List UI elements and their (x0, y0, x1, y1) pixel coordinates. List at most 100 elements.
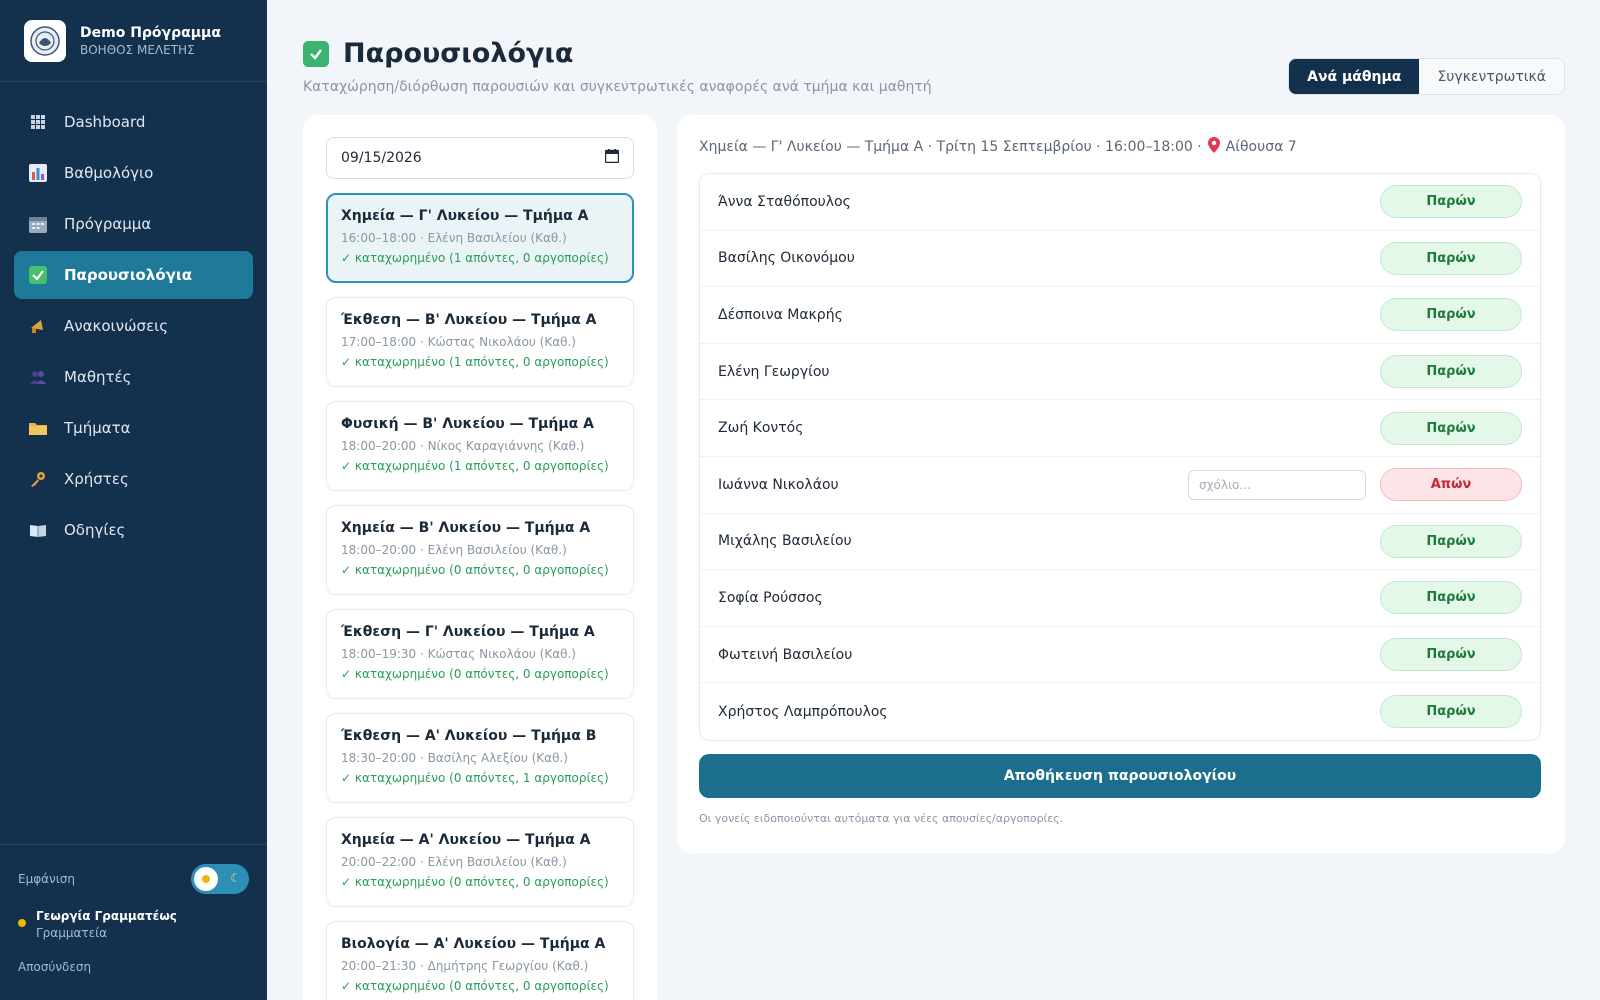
lesson-header: Χημεία — Γ' Λυκείου — Τμήμα Α · Τρίτη 15… (699, 137, 1297, 157)
table-row: Άννα Σταθόπουλος Παρών (700, 174, 1540, 231)
lesson-card[interactable]: Βιολογία — Α' Λυκείου — Τμήμα Α 20:00–21… (326, 921, 634, 1000)
comment-input[interactable] (1188, 469, 1366, 500)
sidebar-item-label: Πρόγραμμα (64, 215, 152, 233)
student-list: Άννα Σταθόπουλος Παρών Βασίλης Οικονόμου… (699, 173, 1541, 741)
lesson-status: ✓ καταχωρημένο (1 απόντες, 0 αργοπορίες) (341, 459, 609, 473)
status-toggle[interactable]: Παρών (1380, 524, 1522, 558)
student-name: Ζωή Κοντός (718, 420, 804, 437)
lesson-title: Χημεία — Α' Λυκείου — Τμήμα Α (341, 832, 591, 848)
lesson-status: ✓ καταχωρημένο (0 απόντες, 0 αργοπορίες) (341, 875, 609, 889)
brand-title: Demo Πρόγραμμα (80, 24, 221, 41)
appearance-label: Εμφάνιση (18, 872, 76, 886)
table-row: Ιωάννα Νικολάου Απών (700, 457, 1540, 514)
lesson-title: Έκθεση — Γ' Λυκείου — Τμήμα Α (341, 624, 595, 640)
table-row: Φωτεινή Βασιλείου Παρών (700, 627, 1540, 684)
lesson-list: Χημεία — Γ' Λυκείου — Τμήμα Α 16:00–18:0… (326, 193, 634, 1000)
checkbox-icon (303, 40, 329, 67)
lesson-status: ✓ καταχωρημένο (0 απόντες, 0 αργοπορίες) (341, 667, 609, 681)
people-icon (28, 367, 48, 387)
status-toggle[interactable]: Παρών (1380, 185, 1522, 219)
sidebar-nav: Dashboard Βαθμολόγιο Πρόγραμμα Παρουσιολ… (0, 82, 267, 554)
lesson-card[interactable]: Χημεία — Γ' Λυκείου — Τμήμα Α 16:00–18:0… (326, 193, 634, 283)
lesson-status: ✓ καταχωρημένο (0 απόντες, 0 αργοπορίες) (341, 563, 609, 577)
save-attendance-button[interactable]: Αποθήκευση παρουσιολογίου (699, 754, 1541, 798)
calendar-icon[interactable] (604, 149, 620, 167)
lesson-meta: 18:00–20:00 · Νίκος Καραγιάννης (Καθ.) (341, 439, 585, 453)
lesson-meta: 18:00–20:00 · Ελένη Βασιλείου (Καθ.) (341, 543, 567, 557)
status-toggle[interactable]: Παρών (1380, 355, 1522, 389)
lesson-meta: 20:00–22:00 · Ελένη Βασιλείου (Καθ.) (341, 855, 567, 869)
status-toggle[interactable]: Παρών (1380, 411, 1522, 445)
sidebar-item-label: Ανακοινώσεις (64, 317, 169, 335)
user-name: Γεωργία Γραμματέως (36, 909, 177, 923)
status-toggle[interactable]: Απών (1380, 468, 1522, 502)
tab-per-lesson[interactable]: Ανά μάθημα (1289, 59, 1420, 94)
sidebar-item-label: Dashboard (64, 113, 146, 131)
sun-icon (194, 867, 218, 891)
brand-subtitle: ΒΟΗΘΟΣ ΜΕΛΕΤΗΣ (80, 42, 195, 57)
lesson-meta: 17:00–18:00 · Κώστας Νικολάου (Καθ.) (341, 335, 576, 349)
status-toggle[interactable]: Παρών (1380, 638, 1522, 672)
table-row: Μιχάλης Βασιλείου Παρών (700, 514, 1540, 571)
lesson-status: ✓ καταχωρημένο (0 απόντες, 0 αργοπορίες) (341, 979, 609, 993)
brand: Demo Πρόγραμμα ΒΟΗΘΟΣ ΜΕΛΕΤΗΣ (0, 0, 267, 82)
lesson-card[interactable]: Έκθεση — Γ' Λυκείου — Τμήμα Α 18:00–19:3… (326, 609, 634, 699)
sidebar-item-schedule[interactable]: Πρόγραμμα (14, 200, 253, 248)
lesson-title: Βιολογία — Α' Λυκείου — Τμήμα Α (341, 936, 606, 952)
student-name: Σοφία Ρούσσος (718, 589, 823, 606)
sidebar-item-label: Τμήματα (64, 419, 131, 437)
pin-icon (1207, 137, 1220, 157)
sidebar: Demo Πρόγραμμα ΒΟΗΘΟΣ ΜΕΛΕΤΗΣ Dashboard … (0, 0, 267, 1000)
lesson-title: Χημεία — Γ' Λυκείου — Τμήμα Α (341, 208, 589, 224)
lesson-card[interactable]: Φυσική — Β' Λυκείου — Τμήμα Α 18:00–20:0… (326, 401, 634, 491)
status-dot (18, 919, 26, 927)
lesson-card[interactable]: Έκθεση — Α' Λυκείου — Τμήμα Β 18:30–20:0… (326, 713, 634, 803)
theme-toggle[interactable]: ☾ (191, 864, 249, 894)
sidebar-item-users[interactable]: Χρήστες (14, 455, 253, 503)
lesson-status: ✓ καταχωρημένο (0 απόντες, 1 αργοπορίες) (341, 771, 609, 785)
status-toggle[interactable]: Παρών (1380, 581, 1522, 615)
table-row: Δέσποινα Μακρής Παρών (700, 287, 1540, 344)
student-name: Ελένη Γεωργίου (718, 363, 830, 380)
sidebar-item-classes[interactable]: Τμήματα (14, 404, 253, 452)
view-tabs: Ανά μάθημα Συγκεντρωτικά (1288, 58, 1565, 95)
table-row: Χρήστος Λαμπρόπουλος Παρών (700, 683, 1540, 740)
megaphone-icon (28, 316, 48, 336)
table-row: Ζωή Κοντός Παρών (700, 400, 1540, 457)
lesson-meta: 16:00–18:00 · Ελένη Βασιλείου (Καθ.) (341, 231, 567, 245)
calendar-icon (28, 214, 48, 234)
sidebar-footer: Εμφάνιση ☾ Γεωργία Γραμματέως Γραμματεία… (0, 844, 267, 1000)
table-row: Σοφία Ρούσσος Παρών (700, 570, 1540, 627)
sidebar-item-label: Βαθμολόγιο (64, 164, 154, 182)
status-toggle[interactable]: Παρών (1380, 298, 1522, 332)
sidebar-item-students[interactable]: Μαθητές (14, 353, 253, 401)
sidebar-item-announcements[interactable]: Ανακοινώσεις (14, 302, 253, 350)
tab-summary[interactable]: Συγκεντρωτικά (1419, 59, 1564, 94)
status-toggle[interactable]: Παρών (1380, 241, 1522, 275)
lesson-card[interactable]: Χημεία — Β' Λυκείου — Τμήμα Α 18:00–20:0… (326, 505, 634, 595)
checkbox-icon (28, 265, 48, 285)
room-label: Αίθουσα 7 (1225, 139, 1297, 155)
table-row: Ελένη Γεωργίου Παρών (700, 344, 1540, 401)
key-icon (28, 469, 48, 489)
lesson-header-text: Χημεία — Γ' Λυκείου — Τμήμα Α · Τρίτη 15… (699, 139, 1202, 155)
lesson-title: Έκθεση — Β' Λυκείου — Τμήμα Α (341, 312, 597, 328)
folder-icon (28, 418, 48, 438)
date-input[interactable]: 09/15/2026 (326, 137, 634, 179)
lesson-card[interactable]: Έκθεση — Β' Λυκείου — Τμήμα Α 17:00–18:0… (326, 297, 634, 387)
sidebar-item-dashboard[interactable]: Dashboard (14, 98, 253, 146)
sidebar-item-label: Παρουσιολόγια (64, 266, 193, 284)
lesson-status: ✓ καταχωρημένο (1 απόντες, 0 αργοπορίες) (341, 355, 609, 369)
logout-link[interactable]: Αποσύνδεση (18, 960, 249, 974)
user-info: Γεωργία Γραμματέως Γραμματεία (18, 909, 249, 940)
lesson-title: Χημεία — Β' Λυκείου — Τμήμα Α (341, 520, 591, 536)
user-role: Γραμματεία (36, 926, 108, 940)
lessons-panel: 09/15/2026 Χημεία — Γ' Λυκείου — Τμήμα Α… (303, 115, 657, 1000)
status-toggle[interactable]: Παρών (1380, 695, 1522, 729)
lesson-meta: 18:00–19:30 · Κώστας Νικολάου (Καθ.) (341, 647, 576, 661)
lesson-card[interactable]: Χημεία — Α' Λυκείου — Τμήμα Α 20:00–22:0… (326, 817, 634, 907)
sidebar-item-guide[interactable]: Οδηγίες (14, 506, 253, 554)
sidebar-item-gradebook[interactable]: Βαθμολόγιο (14, 149, 253, 197)
sidebar-item-attendance[interactable]: Παρουσιολόγια (14, 251, 253, 299)
student-name: Άννα Σταθόπουλος (718, 193, 851, 210)
